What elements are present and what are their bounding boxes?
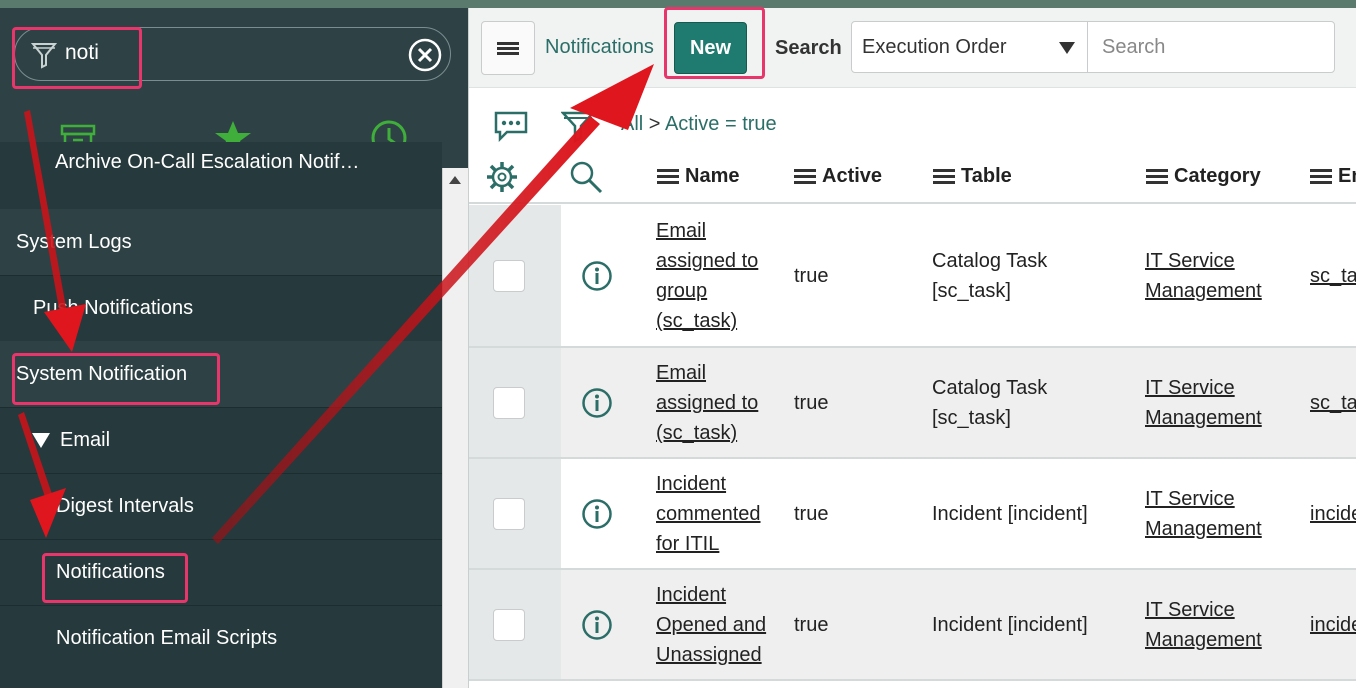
nav-item-notification-email-scripts[interactable]: Notification Email Scripts [0,605,442,671]
column-search-icon[interactable] [569,160,603,194]
column-menu-icon[interactable] [1146,166,1168,187]
info-icon[interactable] [581,260,613,292]
filter-toggle-icon[interactable] [561,110,595,144]
list-header-bar: Notifications New Search Execution Order [469,8,1356,88]
category-link[interactable]: IT Service Management [1145,595,1262,655]
filter-icon [31,43,57,69]
info-icon[interactable] [581,498,613,530]
breadcrumb-condition[interactable]: Active = true [665,113,777,135]
search-field-value: Execution Order [862,36,1007,58]
activity-stream-icon[interactable] [493,110,529,142]
nav-item-archive-oncall[interactable]: Archive On-Call Escalation Notif… [0,142,442,182]
new-button[interactable]: New [674,22,747,74]
column-header-category[interactable]: Category [1146,165,1261,188]
category-link[interactable]: IT Service Management [1145,373,1262,433]
column-header-row: Name Active Table Category En [469,154,1356,204]
column-menu-icon[interactable] [657,166,679,187]
notification-name-link[interactable]: Incident commented for ITIL [656,469,761,559]
column-menu-icon[interactable] [933,166,955,187]
nav-item-label: Push Notifications [33,297,194,319]
table-value: Incident [incident] [932,503,1088,525]
nav-item-label: Digest Intervals [56,495,194,517]
column-label: En [1338,165,1356,187]
nav-item-label: Archive On-Call Escalation Notif… [55,150,360,173]
column-header-name[interactable]: Name [657,165,739,188]
nav-item-label: Notifications [56,561,165,583]
table-value: Incident [incident] [932,614,1088,636]
nav-item-label: Email [60,429,111,451]
info-icon[interactable] [581,609,613,641]
row-checkbox[interactable] [493,498,525,530]
column-label: Category [1174,165,1261,187]
nav-item-notifications[interactable]: Notifications [0,539,442,605]
active-value: true [794,614,829,636]
search-field-select[interactable]: Execution Order [851,21,1088,73]
active-value: true [794,265,829,287]
hamburger-icon [497,40,519,57]
column-menu-icon[interactable] [794,166,816,187]
category-link[interactable]: IT Service Management [1145,246,1262,306]
list-view: Notifications New Search Execution Order… [468,8,1356,688]
scroll-up-arrow-icon[interactable] [449,176,461,184]
category-link[interactable]: IT Service Management [1145,484,1262,544]
top-strip [0,0,1356,8]
personalize-list-gear-icon[interactable] [485,160,519,194]
search-input[interactable] [1087,21,1335,73]
column-header-active[interactable]: Active [794,165,882,188]
nav-item-push-notifications[interactable]: Push Notifications [0,275,442,341]
column-label: Table [961,165,1012,187]
context-menu-button[interactable] [481,21,535,75]
table-row[interactable]: Email assigned to group (sc_task) true Cata… [469,205,1356,348]
column-header-event[interactable]: En [1310,165,1356,188]
breadcrumb-separator: > [648,113,661,135]
table-row[interactable]: Email assigned to (sc_task) true Catalog T… [469,348,1356,459]
nav-item-label: System Notification [16,362,188,385]
dropdown-caret-icon [1059,42,1075,54]
row-checkbox[interactable] [493,387,525,419]
active-value: true [794,392,829,414]
nav-item-digest-intervals[interactable]: Digest Intervals [0,473,442,539]
column-label: Active [822,165,883,187]
nav-module-system-logs[interactable]: System Logs [0,209,442,275]
notification-name-link[interactable]: Email assigned to group (sc_task) [656,216,758,336]
table-row[interactable]: Incident Opened and Unassigned true Incide… [469,570,1356,681]
active-value: true [794,503,829,525]
nav-item-label: Notification Email Scripts [56,627,278,649]
navigator-filter-field[interactable]: noti [14,27,451,81]
row-checkbox[interactable] [493,609,525,641]
notification-name-link[interactable]: Incident Opened and Unassigned [656,580,766,670]
event-link[interactable]: sc_ta [1310,388,1356,418]
expand-triangle-icon [32,433,50,448]
table-value: Catalog Task [sc_task] [932,250,1048,302]
column-header-table[interactable]: Table [933,165,1012,188]
nav-item-label: System Logs [16,230,132,253]
column-menu-icon[interactable] [1310,166,1332,187]
clear-filter-icon[interactable] [408,38,442,72]
info-icon[interactable] [581,387,613,419]
table-row[interactable]: Incident commented for ITIL true Incident … [469,459,1356,570]
event-link[interactable]: sc_ta [1310,261,1356,291]
notification-name-link[interactable]: Email assigned to (sc_task) [656,358,758,448]
search-label: Search [775,37,842,59]
nav-section-email[interactable]: Email [0,407,442,473]
column-label: Name [685,165,740,187]
breadcrumb-all[interactable]: All [621,113,643,135]
navigator-filter-text[interactable]: noti [65,41,99,65]
event-link[interactable]: incide [1310,499,1356,529]
event-link[interactable]: incide [1310,610,1356,640]
navigator-scrollbar[interactable] [442,168,468,688]
nav-module-system-notification[interactable]: System Notification [0,341,442,407]
breadcrumb-row: All > Active = true [469,88,1356,154]
table-value: Catalog Task [sc_task] [932,377,1048,429]
row-checkbox[interactable] [493,260,525,292]
breadcrumb: All > Active = true [621,113,777,136]
list-title[interactable]: Notifications [545,36,654,59]
application-navigator: noti Archive On-Call Escalation Notif… S… [0,8,468,688]
